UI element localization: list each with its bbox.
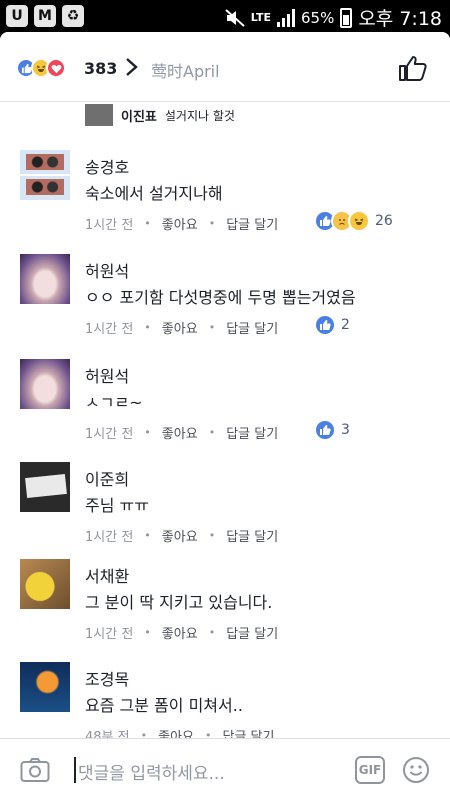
comment-reactions[interactable]: 3 bbox=[314, 419, 350, 441]
sticker-icon[interactable] bbox=[402, 756, 430, 784]
reply-button[interactable]: 답글 달기 bbox=[223, 726, 275, 738]
comment-text: 그 분이 딱 지키고 있습니다. bbox=[85, 593, 273, 612]
battery-icon bbox=[340, 7, 353, 28]
comment-list[interactable]: 이진표 설거지나 할것 송경호 숙소에서 설거지나해 1시간 전 • 좋아요 •… bbox=[0, 102, 450, 738]
comment-meta: 1시간 전 • 좋아요 • 답글 달기 bbox=[85, 318, 278, 337]
reaction-summary[interactable] bbox=[16, 58, 66, 78]
comment-composer: 댓글을 입력하세요... GIF bbox=[0, 738, 450, 800]
app-u-icon: U bbox=[6, 5, 28, 27]
page-name[interactable]: 莺时April bbox=[151, 58, 220, 82]
mute-icon bbox=[225, 8, 245, 27]
chevron-right-icon[interactable] bbox=[124, 57, 140, 77]
avatar[interactable] bbox=[85, 104, 113, 126]
comment-time[interactable]: 1시간 전 bbox=[85, 423, 133, 442]
reaction-count[interactable]: 383 bbox=[84, 59, 117, 78]
comments-sheet: 383 莺时April 이진표 설거지나 할것 송경호 숙소에서 설거지나해 1… bbox=[0, 32, 450, 800]
like-icon bbox=[314, 314, 336, 336]
battery-percent: 65% bbox=[300, 8, 335, 27]
camera-icon[interactable] bbox=[20, 757, 50, 783]
reply-preview[interactable]: 이진표 설거지나 할것 bbox=[85, 104, 235, 126]
comment-time[interactable]: 1시간 전 bbox=[85, 623, 133, 642]
reply-button[interactable]: 답글 달기 bbox=[226, 623, 278, 642]
app-recycle-icon: ♻ bbox=[62, 5, 84, 27]
reactions-header: 383 莺时April bbox=[0, 32, 450, 102]
avatar[interactable] bbox=[20, 359, 70, 409]
like-button[interactable]: 좋아요 bbox=[162, 526, 198, 545]
comment-meta: 1시간 전 • 좋아요 • 답글 달기 bbox=[85, 526, 278, 545]
comment-time[interactable]: 1시간 전 bbox=[85, 526, 133, 545]
comment-reactions[interactable]: 26 bbox=[314, 210, 393, 232]
reply-text: 설거지나 할것 bbox=[164, 108, 235, 123]
comment-author[interactable]: 서채환 bbox=[85, 563, 129, 587]
reaction-count: 26 bbox=[375, 213, 393, 229]
text-cursor bbox=[74, 757, 76, 783]
comment-author[interactable]: 허원석 bbox=[85, 363, 129, 387]
reaction-count: 3 bbox=[341, 422, 350, 438]
reply-author[interactable]: 이진표 bbox=[121, 106, 157, 125]
comment-text: 숙소에서 설거지나해 bbox=[85, 184, 223, 203]
comment-text: ㅅㄱㄹ~ bbox=[85, 393, 143, 412]
like-button[interactable]: 좋아요 bbox=[158, 726, 194, 738]
network-type: LTE bbox=[250, 10, 271, 24]
thumbs-up-icon[interactable] bbox=[398, 54, 428, 82]
comment-input[interactable]: 댓글을 입력하세요... bbox=[78, 759, 225, 784]
like-button[interactable]: 좋아요 bbox=[162, 423, 198, 442]
comment-text: 주님 ㅠㅠ bbox=[85, 496, 149, 515]
status-indicators: LTE 65% 오후 7:18 bbox=[225, 4, 442, 31]
comment-text: ㅇㅇ 포기함 다섯명중에 두명 뽑는거였음 bbox=[85, 288, 356, 307]
like-icon bbox=[314, 419, 336, 441]
comment-reactions[interactable]: 2 bbox=[314, 314, 350, 336]
clock: 오후 7:18 bbox=[358, 8, 442, 30]
comment-meta: 1시간 전 • 좋아요 • 답글 달기 bbox=[85, 623, 278, 642]
app-m-icon: M bbox=[34, 5, 56, 27]
avatar[interactable] bbox=[20, 662, 70, 712]
like-button[interactable]: 좋아요 bbox=[162, 623, 198, 642]
comment-meta: 1시간 전 • 좋아요 • 답글 달기 bbox=[85, 423, 278, 442]
status-bar: U M ♻ LTE 65% 오후 7:18 bbox=[0, 0, 450, 32]
gif-button[interactable]: GIF bbox=[355, 756, 385, 784]
status-app-icons: U M ♻ bbox=[6, 5, 84, 27]
comment-text: 요즘 그분 폼이 미쳐서.. bbox=[85, 696, 243, 715]
comment-time[interactable]: 48분 전 bbox=[85, 726, 130, 738]
comment-author[interactable]: 송경호 bbox=[85, 154, 129, 178]
signal-icon bbox=[276, 8, 295, 27]
avatar[interactable] bbox=[20, 559, 70, 609]
reply-button[interactable]: 답글 달기 bbox=[226, 318, 278, 337]
reply-button[interactable]: 답글 달기 bbox=[226, 423, 278, 442]
avatar[interactable] bbox=[20, 150, 70, 200]
reply-button[interactable]: 답글 달기 bbox=[226, 526, 278, 545]
comment-time[interactable]: 1시간 전 bbox=[85, 318, 133, 337]
like-button[interactable]: 좋아요 bbox=[162, 214, 198, 233]
comment-meta: 48분 전 • 좋아요 • 답글 달기 bbox=[85, 726, 274, 738]
comment-time[interactable]: 1시간 전 bbox=[85, 214, 133, 233]
comment-author[interactable]: 조경목 bbox=[85, 666, 129, 690]
comment-author[interactable]: 허원석 bbox=[85, 258, 129, 282]
avatar[interactable] bbox=[20, 254, 70, 304]
reaction-count: 2 bbox=[341, 317, 350, 333]
avatar[interactable] bbox=[20, 462, 70, 512]
reply-button[interactable]: 답글 달기 bbox=[226, 214, 278, 233]
like-button[interactable]: 좋아요 bbox=[162, 318, 198, 337]
haha-icon bbox=[348, 210, 370, 232]
comment-meta: 1시간 전 • 좋아요 • 답글 달기 bbox=[85, 214, 278, 233]
love-icon bbox=[46, 58, 66, 78]
comment-author[interactable]: 이준희 bbox=[85, 466, 129, 490]
